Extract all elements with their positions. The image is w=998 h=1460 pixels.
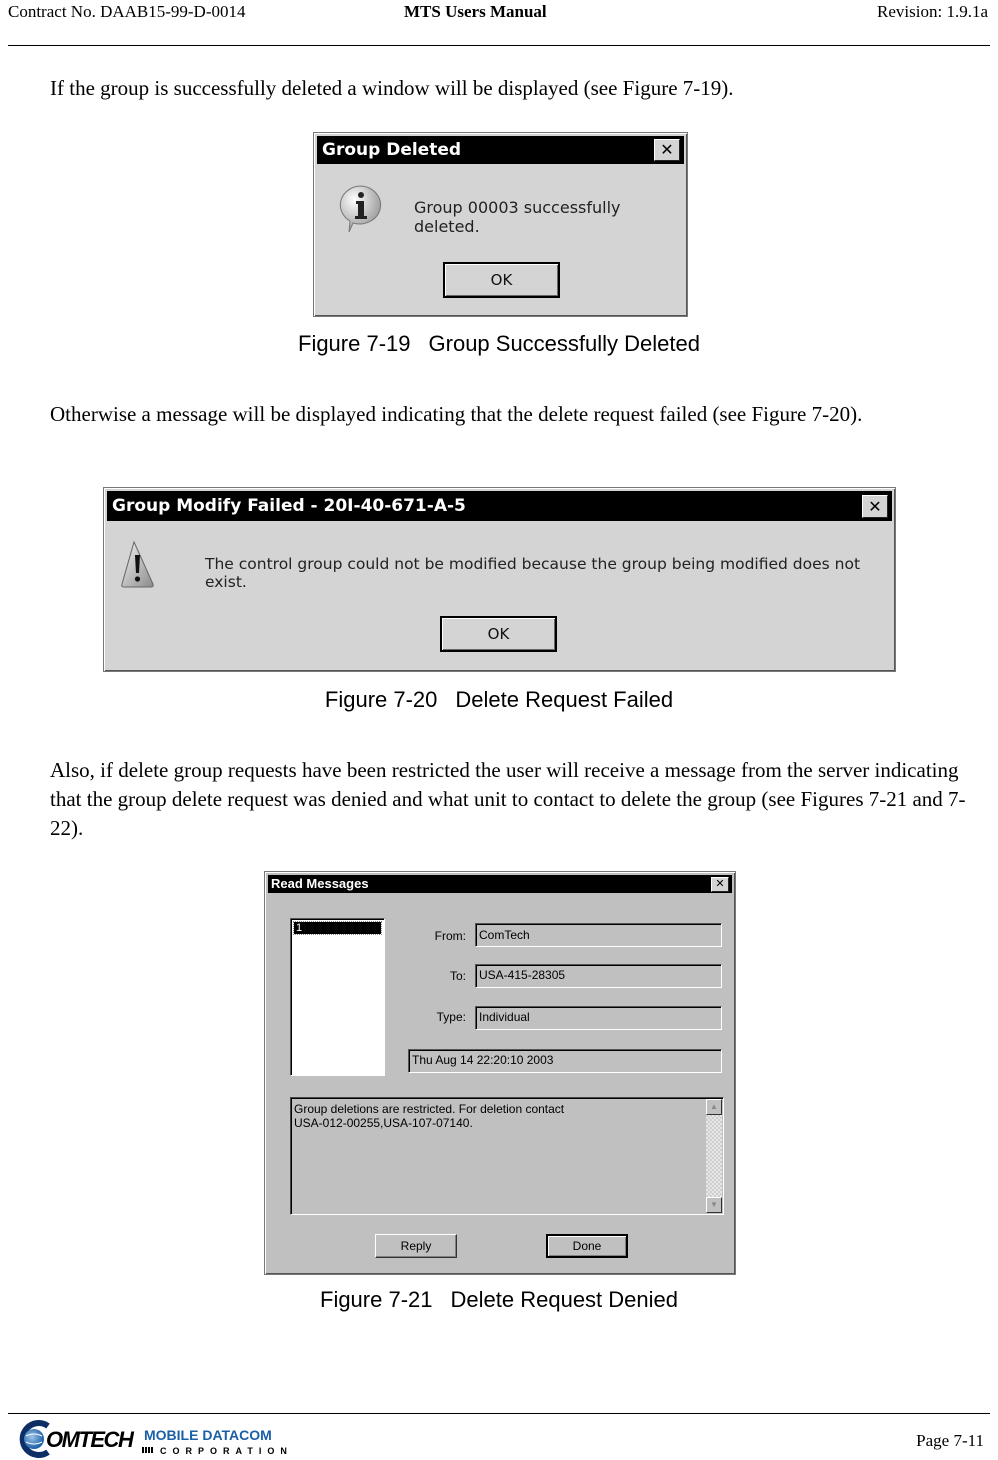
- dialog-message: The control group could not be modified …: [205, 555, 861, 591]
- from-label: From:: [434, 929, 466, 943]
- dialog-titlebar: Read Messages ✕: [268, 875, 732, 893]
- done-button[interactable]: Done: [546, 1234, 628, 1258]
- figure-caption: Figure 7-21 Delete Request Denied: [0, 1287, 998, 1313]
- dialog-title: Read Messages: [271, 876, 369, 891]
- paragraph-success: If the group is successfully deleted a w…: [50, 76, 734, 100]
- vertical-scrollbar[interactable]: ▲ ▼: [706, 1099, 722, 1213]
- logo-brand-text: MOBILE DATACOM: [144, 1427, 272, 1443]
- globe-icon: [24, 1429, 44, 1449]
- comtech-logo: OMTECH MOBILE DATACOM CORPORATION: [19, 1420, 293, 1458]
- scroll-up-arrow-icon[interactable]: ▲: [706, 1099, 722, 1115]
- page-header: Contract No. DAAB15-99-D-0014 MTS Users …: [0, 0, 998, 46]
- message-body[interactable]: Group deletions are restricted. For dele…: [290, 1097, 724, 1215]
- close-button[interactable]: ✕: [654, 139, 680, 161]
- message-line: USA-012-00255,USA-107-07140.: [294, 1116, 473, 1130]
- ok-button[interactable]: OK: [440, 616, 557, 652]
- dialog-titlebar: Group Modify Failed - 20I-40-671-A-5 ✕: [107, 491, 892, 521]
- message-list[interactable]: 1: [290, 918, 385, 1076]
- logo-sub-text: CORPORATION: [160, 1446, 293, 1456]
- to-field[interactable]: USA-415-28305: [475, 964, 722, 988]
- figure-number: Figure 7-19: [298, 331, 411, 356]
- info-icon: [339, 185, 382, 233]
- type-field[interactable]: Individual: [475, 1006, 722, 1030]
- paragraph-restricted: Also, if delete group requests have been…: [50, 758, 966, 840]
- list-item[interactable]: 1: [293, 921, 382, 935]
- figure-number: Figure 7-20: [324, 687, 438, 712]
- manual-title: MTS Users Manual: [404, 2, 547, 21]
- dialog-title: Group Modify Failed - 20I-40-671-A-5: [112, 496, 466, 516]
- dialog-titlebar: Group Deleted ✕: [317, 136, 684, 164]
- timestamp-field[interactable]: Thu Aug 14 22:20:10 2003: [408, 1049, 722, 1073]
- figure-caption: Figure 7-19 Group Successfully Deleted: [0, 331, 998, 357]
- close-button[interactable]: ✕: [711, 877, 729, 892]
- logo-main-text: OMTECH: [46, 1427, 135, 1452]
- header-divider: [8, 45, 990, 46]
- dialog-message: Group 00003 successfully deleted.: [414, 198, 621, 236]
- to-label: To:: [449, 969, 466, 983]
- footer-divider: [8, 1413, 990, 1414]
- dialog-title: Group Deleted: [322, 140, 462, 160]
- warning-icon: [121, 540, 154, 588]
- message-line: Group deletions are restricted. For dele…: [294, 1102, 565, 1116]
- paragraph-failed: Otherwise a message will be displayed in…: [50, 402, 863, 426]
- scroll-down-arrow-icon[interactable]: ▼: [706, 1197, 722, 1213]
- page-number: Page 7-11: [916, 1431, 984, 1450]
- type-label: Type:: [436, 1010, 466, 1024]
- close-button[interactable]: ✕: [862, 495, 888, 518]
- ok-button[interactable]: OK: [443, 262, 560, 298]
- read-messages-dialog: Read Messages ✕ 1 From: ComTech To: USA-…: [264, 871, 736, 1275]
- group-deleted-dialog: Group Deleted ✕ Group 00003 successfully…: [313, 132, 688, 317]
- figure-number: Figure 7-21: [320, 1287, 433, 1312]
- reply-button[interactable]: Reply: [375, 1234, 457, 1258]
- figure-title: Delete Request Denied: [450, 1287, 678, 1312]
- contract-number: Contract No. DAAB15-99-D-0014: [8, 2, 246, 21]
- group-modify-failed-dialog: Group Modify Failed - 20I-40-671-A-5 ✕ T…: [103, 487, 896, 672]
- figure-title: Delete Request Failed: [455, 687, 674, 712]
- from-field[interactable]: ComTech: [475, 923, 722, 947]
- figure-caption: Figure 7-20 Delete Request Failed: [0, 687, 998, 713]
- revision: Revision: 1.9.1a: [877, 2, 988, 21]
- figure-title: Group Successfully Deleted: [428, 331, 700, 356]
